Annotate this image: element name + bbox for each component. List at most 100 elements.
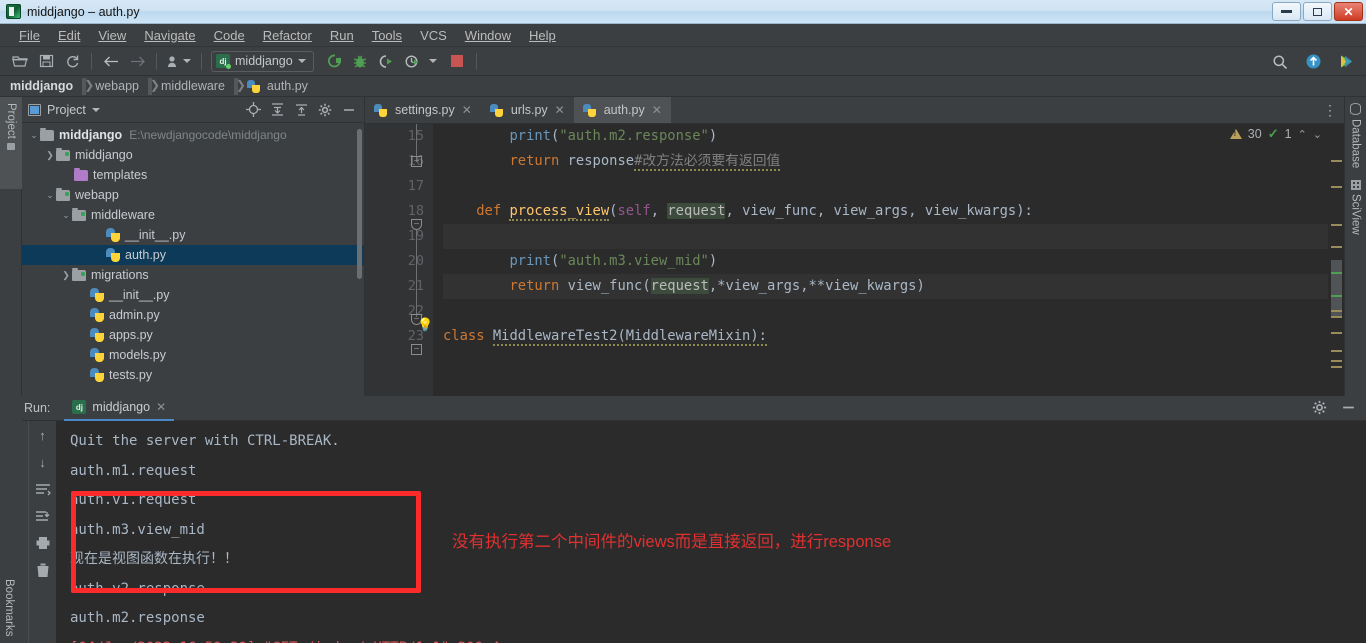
project-view-icon xyxy=(28,103,41,116)
tree-item-admin-py[interactable]: admin.py xyxy=(22,305,364,325)
tree-item-middleware[interactable]: ⌄ middleware xyxy=(22,205,364,225)
clear-all-icon[interactable] xyxy=(34,561,52,579)
sync-icon[interactable] xyxy=(60,50,84,72)
chevron-down-icon[interactable] xyxy=(91,107,100,112)
run-configuration-selector[interactable]: dj middjango xyxy=(211,50,314,72)
chevron-right-icon[interactable]: ❯ xyxy=(60,270,72,281)
rail-tab-database[interactable]: Database xyxy=(1350,103,1362,168)
menu-item-refactor[interactable]: Refactor xyxy=(254,26,321,45)
run-icon[interactable] xyxy=(322,50,346,72)
close-tab-icon[interactable]: ✕ xyxy=(555,103,565,117)
python-file-icon xyxy=(246,79,260,93)
fold-collapse-icon[interactable]: − xyxy=(411,344,422,355)
profile-run-icon[interactable] xyxy=(400,50,424,72)
tree-item-webapp-init[interactable]: __init__.py xyxy=(22,285,364,305)
back-arrow-icon[interactable] xyxy=(99,50,123,72)
collapse-all-icon[interactable] xyxy=(292,101,310,119)
scroll-up-icon[interactable]: ↑ xyxy=(34,426,52,444)
project-panel-header: Project xyxy=(22,97,364,123)
menu-item-edit[interactable]: Edit xyxy=(49,26,89,45)
templates-folder-icon xyxy=(74,167,88,181)
menu-item-tools[interactable]: Tools xyxy=(363,26,411,45)
project-folder-icon xyxy=(7,142,15,150)
project-tree-scrollbar[interactable] xyxy=(357,129,362,279)
intention-bulb-icon[interactable]: 💡 xyxy=(417,317,433,333)
run-tab-middjango[interactable]: dj middjango ✕ xyxy=(64,396,175,421)
editor-tab-auth-py[interactable]: auth.py ✕ xyxy=(573,97,671,123)
menu-item-view[interactable]: View xyxy=(89,26,135,45)
gear-icon[interactable] xyxy=(316,101,334,119)
stop-icon[interactable] xyxy=(445,50,469,72)
inspection-ok-icon: ✓ xyxy=(1267,126,1279,141)
menu-item-vcs[interactable]: VCS xyxy=(411,26,456,45)
close-icon: ✕ xyxy=(1343,4,1354,19)
menu-item-code[interactable]: Code xyxy=(205,26,254,45)
next-problem-icon[interactable]: ⌄ xyxy=(1313,128,1322,141)
hide-icon[interactable] xyxy=(1341,400,1356,418)
open-folder-icon[interactable] xyxy=(8,50,32,72)
close-tab-icon[interactable]: ✕ xyxy=(156,400,166,414)
chevron-down-icon[interactable]: ⌄ xyxy=(44,190,56,201)
search-icon[interactable] xyxy=(1268,51,1292,73)
inspection-widget[interactable]: 30 ✓ 1 ⌃ ⌄ xyxy=(1229,126,1322,142)
fold-collapse-icon[interactable]: − xyxy=(411,219,422,230)
profile-icon[interactable] xyxy=(164,50,194,72)
fold-collapse-icon[interactable]: − xyxy=(411,156,422,167)
close-tab-icon[interactable]: ✕ xyxy=(652,103,662,117)
hide-panel-icon[interactable] xyxy=(340,101,358,119)
tree-item-templates[interactable]: templates xyxy=(22,165,364,185)
ide-helper-icon[interactable] xyxy=(1334,51,1358,73)
expand-all-icon[interactable] xyxy=(268,101,286,119)
breadcrumb-item-3[interactable]: auth.py xyxy=(267,79,308,93)
print-icon[interactable] xyxy=(34,534,52,552)
maximize-button[interactable] xyxy=(1303,2,1332,21)
soft-wrap-icon[interactable] xyxy=(34,480,52,498)
save-icon[interactable] xyxy=(34,50,58,72)
close-tab-icon[interactable]: ✕ xyxy=(462,103,472,117)
tree-item-apps-py[interactable]: apps.py xyxy=(22,325,364,345)
rail-tab-project[interactable]: Project xyxy=(0,97,22,189)
breadcrumb-item-0[interactable]: middjango xyxy=(10,79,73,93)
breadcrumb: middjango ❯ webapp ❯ middleware ❯ auth.p… xyxy=(0,76,1366,97)
tree-item-auth-py[interactable]: auth.py xyxy=(22,245,364,265)
breadcrumb-item-1[interactable]: webapp xyxy=(95,79,139,93)
editor-tab-settings-py[interactable]: settings.py ✕ xyxy=(365,97,481,123)
prev-problem-icon[interactable]: ⌃ xyxy=(1298,128,1307,141)
rail-tab-bookmarks[interactable]: Bookmarks xyxy=(3,579,15,637)
chevron-down-icon[interactable] xyxy=(428,59,437,63)
tree-item-migrations[interactable]: ❯ migrations xyxy=(22,265,364,285)
chevron-right-icon[interactable]: ❯ xyxy=(44,150,56,161)
menu-item-help[interactable]: Help xyxy=(520,26,565,45)
breadcrumb-item-2[interactable]: middleware xyxy=(161,79,225,93)
update-icon[interactable] xyxy=(1301,51,1325,73)
tree-item-models-py[interactable]: models.py xyxy=(22,345,364,365)
scroll-to-end-icon[interactable] xyxy=(34,507,52,525)
menu-item-run[interactable]: Run xyxy=(321,26,363,45)
warning-marker xyxy=(1331,186,1342,188)
source-folder-icon xyxy=(56,147,70,161)
tree-item-middjango-module[interactable]: ❯ middjango xyxy=(22,145,364,165)
minimize-icon xyxy=(1281,10,1292,13)
debug-icon[interactable] xyxy=(348,50,372,72)
run-panel-header-actions xyxy=(1312,396,1356,421)
settings-gear-icon[interactable] xyxy=(1312,400,1327,418)
close-button[interactable]: ✕ xyxy=(1334,2,1363,21)
menu-item-window[interactable]: Window xyxy=(456,26,520,45)
editor-tab-options-icon[interactable]: ⋮ xyxy=(1323,97,1338,124)
tree-item-label: auth.py xyxy=(125,248,167,262)
rail-tab-sciview[interactable]: SciView xyxy=(1350,180,1362,235)
tree-item-middjango-root[interactable]: ⌄ middjango E:\newdjangocode\middjango xyxy=(22,125,364,145)
chevron-down-icon[interactable]: ⌄ xyxy=(28,130,40,141)
menu-item-navigate[interactable]: Navigate xyxy=(135,26,204,45)
scroll-down-icon[interactable]: ↓ xyxy=(34,453,52,471)
locate-file-icon[interactable] xyxy=(244,101,262,119)
editor-tab-urls-py[interactable]: urls.py ✕ xyxy=(481,97,574,123)
minimize-button[interactable] xyxy=(1272,2,1301,21)
run-coverage-icon[interactable] xyxy=(374,50,398,72)
tree-item-tests-py[interactable]: tests.py xyxy=(22,365,364,385)
chevron-down-icon[interactable]: ⌄ xyxy=(60,210,72,221)
tree-item-webapp[interactable]: ⌄ webapp xyxy=(22,185,364,205)
line-number: 18 xyxy=(407,203,424,219)
tree-item-middleware-init[interactable]: __init__.py xyxy=(22,225,364,245)
menu-item-file[interactable]: File xyxy=(10,26,49,45)
